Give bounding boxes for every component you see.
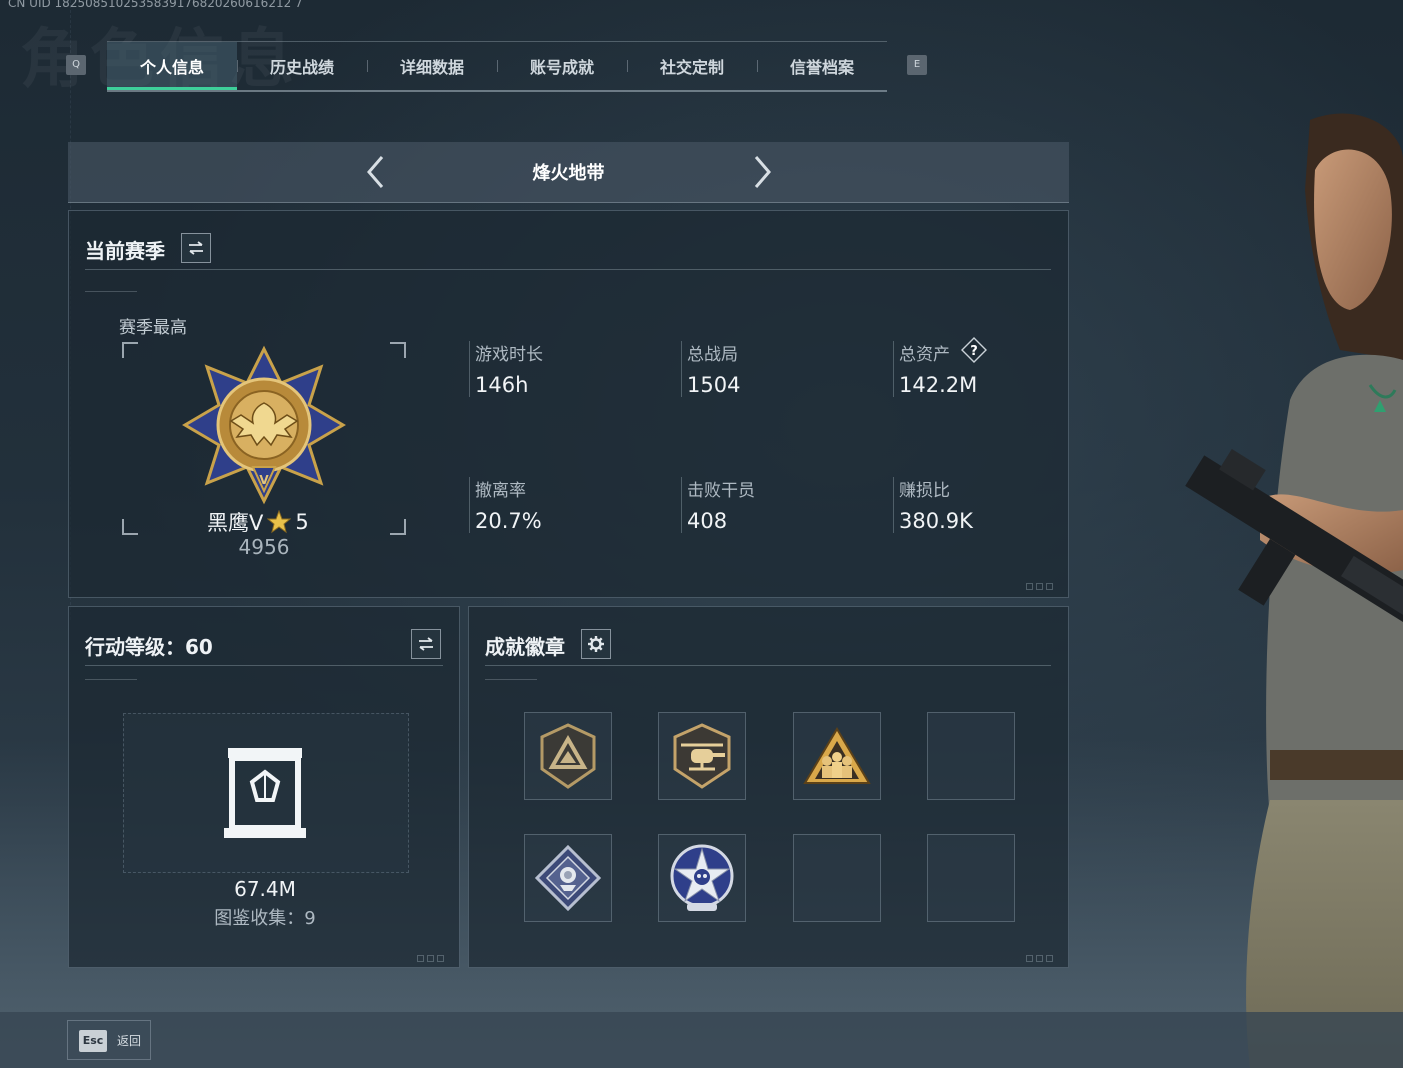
rank-line: 黑鹰V 5 (207, 507, 309, 537)
mode-title: 烽火地带 (532, 163, 605, 184)
stat-label-profit-loss-ratio: 赚损比 (899, 481, 950, 501)
tab-account-achievements[interactable]: 账号成就 (497, 42, 627, 90)
panel-corner-dots (1026, 955, 1053, 962)
stat-divider (893, 341, 894, 397)
mode-next-button[interactable] (744, 154, 780, 190)
tab-bar: 个人信息 历史战绩 详细数据 账号成就 社交定制 信誉档案 (107, 41, 887, 92)
tab-detailed-data[interactable]: 详细数据 (367, 42, 497, 90)
collection-count: 图鉴收集：9 (214, 908, 316, 929)
game-screen: 角色信息 CN UID 1825085102535839176820260616… (0, 0, 1403, 1068)
stat-divider (469, 477, 470, 533)
squad-triangle-badge-icon (803, 727, 871, 784)
tab-social-custom[interactable]: 社交定制 (627, 42, 757, 90)
panel-corner-dots (1026, 583, 1053, 590)
season-sub-rule (85, 291, 137, 292)
season-title-rule (85, 269, 1051, 270)
achievements-panel: 成就徽章 (468, 606, 1069, 968)
action-level-sub-rule (85, 679, 137, 680)
frame-corner (122, 519, 138, 535)
bottom-bar (0, 1012, 1403, 1068)
stat-label-total-assets: 总资产 (899, 345, 950, 365)
stat-value-profit-loss-ratio: 380.9K (899, 509, 973, 533)
black-hawk-rank-emblem-icon: V (182, 345, 346, 505)
chevron-right-icon (754, 156, 771, 188)
season-title: 当前赛季 (85, 239, 165, 263)
badge-slot-empty[interactable] (927, 712, 1015, 800)
achievements-sub-rule (485, 679, 537, 680)
stat-value-operators-defeated: 408 (687, 509, 728, 533)
action-level-title-rule (85, 665, 443, 666)
rose-diamond-badge-icon (535, 845, 601, 911)
badge-slot-empty[interactable] (927, 834, 1015, 922)
frame-corner (390, 342, 406, 358)
svg-text:V: V (259, 473, 269, 487)
achievements-title-rule (485, 665, 1051, 666)
stat-label-operators-defeated: 击败干员 (687, 481, 755, 501)
help-button[interactable]: ? (961, 337, 987, 363)
badge-slot-empty[interactable] (793, 834, 881, 922)
action-level-title: 行动等级：60 (85, 635, 213, 659)
stat-divider (893, 477, 894, 533)
badge-slot[interactable] (524, 834, 612, 922)
stat-value-total-matches: 1504 (687, 373, 741, 397)
stat-value-playtime: 146h (475, 373, 529, 397)
tab-personal-info[interactable]: 个人信息 (107, 42, 237, 90)
stat-label-total-matches: 总战局 (687, 345, 738, 365)
collection-display-frame[interactable] (123, 713, 409, 873)
esc-key-hint: Esc (79, 1030, 107, 1052)
star-icon (267, 510, 292, 534)
next-tab-key-hint[interactable]: E (907, 55, 927, 75)
badge-slot[interactable] (658, 834, 746, 922)
frame-corner (390, 519, 406, 535)
back-button[interactable]: Esc 返回 (67, 1020, 151, 1060)
tab-history[interactable]: 历史战绩 (237, 42, 367, 90)
triangle-shield-badge-icon (540, 723, 596, 789)
panel-corner-dots (417, 955, 444, 962)
stat-label-extraction-rate: 撤离率 (475, 481, 526, 501)
achievements-title: 成就徽章 (485, 635, 565, 659)
frame-corner (122, 342, 138, 358)
back-label: 返回 (117, 1034, 142, 1048)
mode-selector: 烽火地带 (68, 142, 1069, 203)
uid-label: CN UID 1825085102535839176820260616212 7 (8, 0, 303, 10)
action-level-panel: 行动等级：60 67.4M 图鉴收集：9 (68, 606, 460, 968)
season-panel: 当前赛季 赛季最高 V 黑鹰V 5 4956 游戏时长 146h 总战局 150… (68, 210, 1069, 598)
stat-divider (681, 341, 682, 397)
stat-label-playtime: 游戏时长 (475, 345, 543, 365)
gear-icon (588, 636, 604, 652)
stat-value-total-assets: 142.2M (899, 373, 978, 397)
collection-case-icon (224, 748, 306, 838)
helicopter-badge-icon (673, 723, 731, 789)
prev-tab-key-hint[interactable]: Q (66, 55, 86, 75)
swap-icon (419, 637, 433, 651)
badge-slot[interactable] (658, 712, 746, 800)
operator-character-portrait (1185, 113, 1403, 1068)
action-level-switch-button[interactable] (411, 629, 441, 659)
swap-icon (189, 241, 203, 255)
badge-slot[interactable] (524, 712, 612, 800)
season-switch-button[interactable] (181, 233, 211, 263)
rank-stars: 5 (295, 510, 309, 534)
tab-credit-record[interactable]: 信誉档案 (757, 42, 887, 90)
question-diamond-icon: ? (961, 337, 987, 363)
badge-slot[interactable] (793, 712, 881, 800)
stat-divider (681, 477, 682, 533)
achievements-settings-button[interactable] (581, 629, 611, 659)
skull-star-badge-icon (670, 844, 734, 911)
svg-text:?: ? (970, 344, 978, 359)
stat-divider (469, 341, 470, 397)
season-best-label: 赛季最高 (119, 318, 187, 338)
stat-value-extraction-rate: 20.7% (475, 509, 542, 533)
rank-score: 4956 (238, 535, 290, 559)
rank-name: 黑鹰V (207, 511, 264, 535)
collection-value: 67.4M (234, 877, 296, 901)
